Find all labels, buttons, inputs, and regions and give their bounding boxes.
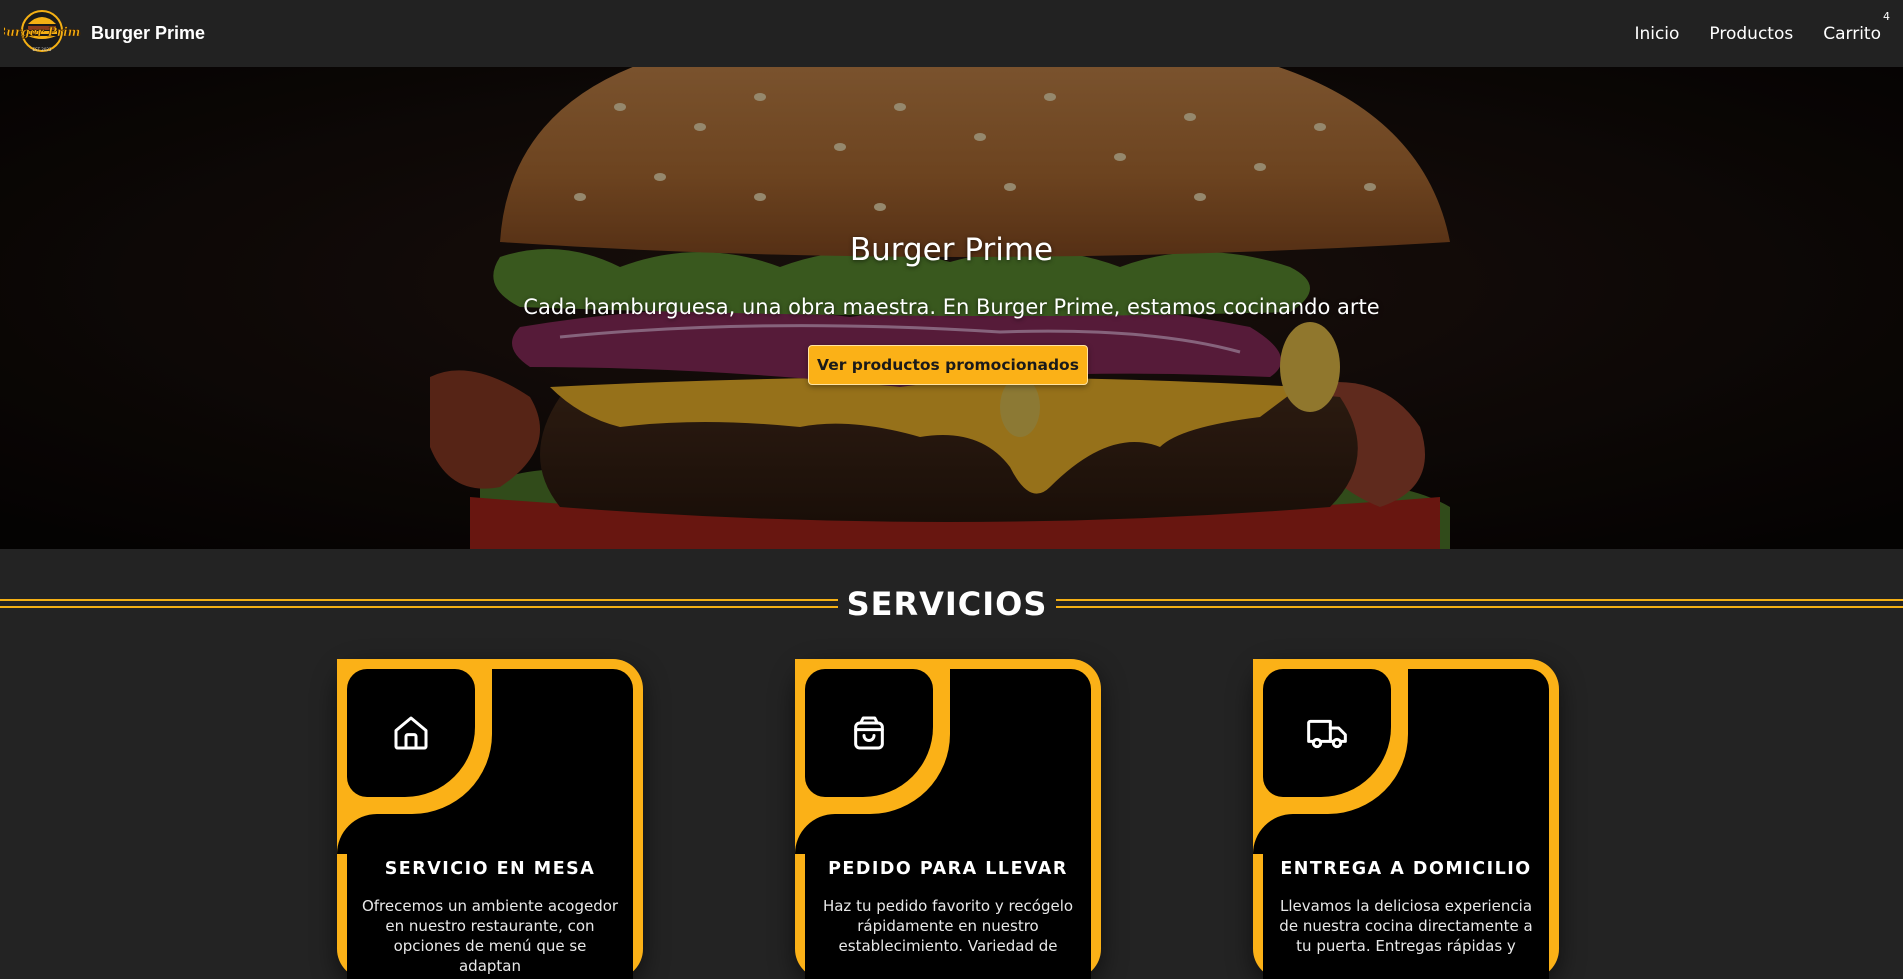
delivery-truck-icon: [1307, 719, 1347, 749]
services-title: SERVICIOS: [846, 585, 1048, 623]
section-divider-left: [0, 599, 838, 608]
svg-text:Burger Prime: Burger Prime: [4, 25, 81, 39]
card-text: Llevamos la deliciosa experiencia de nue…: [1279, 897, 1533, 955]
card-text: Haz tu pedido favorito y recógelo rápida…: [822, 897, 1074, 955]
cart-count-badge: 4: [1883, 9, 1890, 23]
card-title: SERVICIO EN MESA: [384, 859, 596, 879]
hero-subtitle: Cada hamburguesa, una obra maestra. En B…: [523, 295, 1380, 319]
brand-name[interactable]: Burger Prime: [91, 23, 205, 44]
house-icon: [394, 716, 428, 750]
nav-links: Inicio Productos Carrito 4: [1604, 0, 1890, 67]
card-title: ENTREGA A DOMICILIO: [1280, 859, 1532, 879]
hero-title: Burger Prime: [849, 232, 1054, 268]
service-card-delivery[interactable]: ENTREGA A DOMICILIO Llevamos la delicios…: [1253, 659, 1559, 979]
services-section: SERVICIOS SERVICIO EN MESA Ofrecemos un …: [0, 549, 1903, 979]
card-text: Ofrecemos un ambiente acogedor en nuestr…: [361, 897, 619, 975]
hero-section: Burger Prime Cada hamburguesa, una obra …: [0, 67, 1903, 549]
shopping-bag-icon: [854, 716, 884, 750]
card-notch: [1253, 814, 1293, 854]
burger-prime-logo[interactable]: Burger Prime EST 2023: [0, 7, 89, 60]
card-notch: [337, 814, 377, 854]
nav-link-inicio[interactable]: Inicio: [1634, 24, 1679, 44]
svg-text:EST 2023: EST 2023: [33, 47, 52, 52]
card-title: PEDIDO PARA LLEVAR: [828, 859, 1068, 879]
section-divider-right: [1056, 599, 1903, 608]
nav-link-carrito[interactable]: Carrito 4: [1823, 10, 1890, 44]
card-notch: [795, 814, 835, 854]
view-promoted-products-button[interactable]: Ver productos promocionados: [808, 345, 1088, 385]
nav-link-carrito-label: Carrito: [1823, 23, 1881, 44]
service-card-takeaway[interactable]: PEDIDO PARA LLEVAR Haz tu pedido favorit…: [795, 659, 1101, 979]
service-card-table[interactable]: SERVICIO EN MESA Ofrecemos un ambiente a…: [337, 659, 643, 979]
brand[interactable]: Burger Prime EST 2023 Burger Prime: [0, 7, 205, 60]
hero-content: Burger Prime Cada hamburguesa, una obra …: [0, 67, 1903, 549]
navbar: Burger Prime EST 2023 Burger Prime Inici…: [0, 0, 1903, 67]
nav-link-productos[interactable]: Productos: [1709, 24, 1793, 44]
